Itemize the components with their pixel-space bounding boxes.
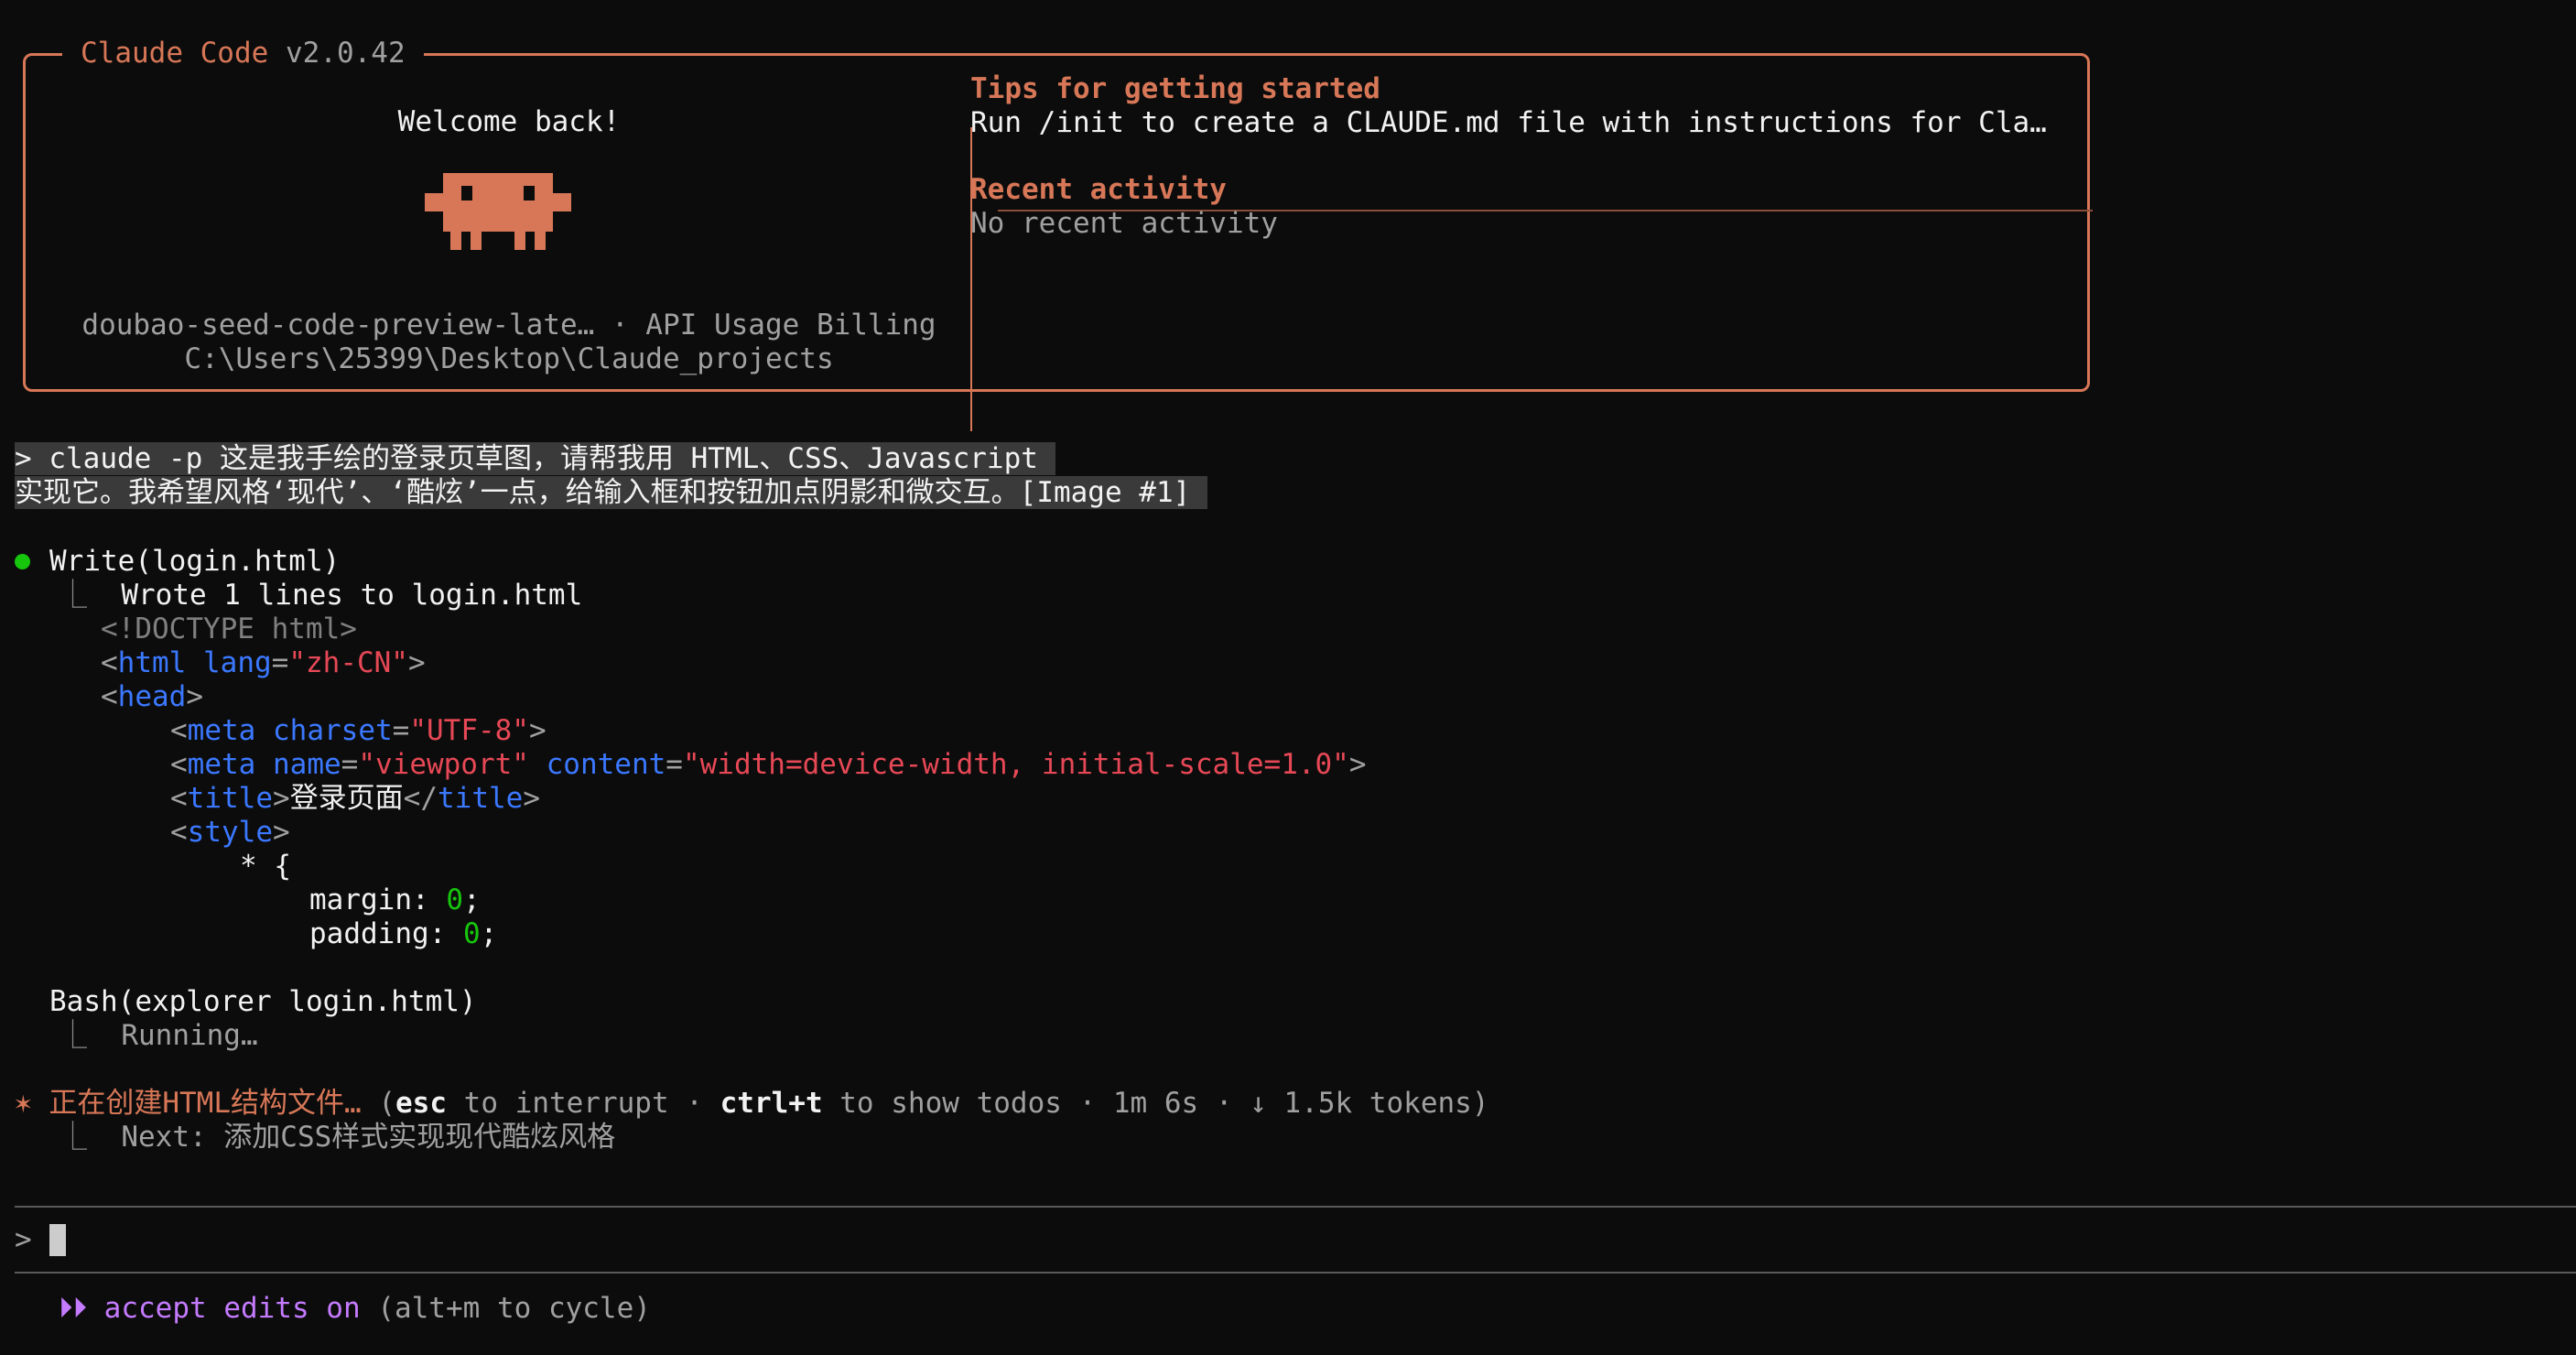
recent-activity-text: No recent activity <box>970 207 1278 240</box>
bash-tool-arg: (explorer login.html) <box>117 985 477 1018</box>
user-prompt-text-2: 实现它。我希望风格‘现代’、‘酷炫’一点，给输入框和按钮加点阴影和微交互。[Im… <box>15 476 1207 509</box>
next-task-text: Next: 添加CSS样式实现现代酷炫风格 <box>121 1121 616 1154</box>
tool-success-dot <box>15 554 30 569</box>
input-bottom-rule <box>15 1272 2576 1274</box>
mode-indicator[interactable]: ⏵⏵ accept edits on (alt+m to cycle) <box>59 1292 651 1326</box>
recent-activity-heading: Recent activity <box>970 173 1227 206</box>
bash-tool-label: Bash <box>49 985 118 1018</box>
tips-text: Run /init to create a CLAUDE.md file wit… <box>970 106 2047 139</box>
code-line-head: <head> <box>101 680 203 713</box>
write-tool-label: Write <box>49 545 135 578</box>
result-connector-icon: ⎿ <box>59 579 122 612</box>
tips-heading: Tips for getting started <box>970 72 1380 105</box>
bash-tool-call: Bash(explorer login.html) <box>49 985 477 1019</box>
code-line-html: <html lang="zh-CN"> <box>101 646 426 679</box>
prompt-input[interactable] <box>46 1218 2572 1262</box>
code-line-margin: margin: 0; <box>309 883 481 916</box>
code-line-title: <title>登录页面</title> <box>170 782 540 815</box>
write-tool-arg: (login.html) <box>135 545 341 578</box>
working-directory: C:\Users\25399\Desktop\Claude_projects <box>184 342 834 375</box>
write-result-text: Wrote 1 lines to login.html <box>121 579 583 612</box>
write-tool-result: ⎿ Wrote 1 lines to login.html <box>59 579 582 612</box>
ctrl-t-key: ctrl+t <box>720 1087 823 1120</box>
model-billing-line: doubao-seed-code-preview-late… · API Usa… <box>81 309 936 341</box>
spinner-icon: ✶ <box>15 1087 32 1120</box>
code-line-style: <style> <box>170 816 290 849</box>
mode-hint: (alt+m to cycle) <box>360 1292 651 1325</box>
write-tool-call: Write(login.html) <box>49 545 340 579</box>
next-connector-icon: ⎿ <box>59 1121 122 1154</box>
input-prompt-symbol: > <box>15 1223 32 1256</box>
code-line-meta-viewport: <meta name="viewport" content="width=dev… <box>170 748 1367 781</box>
box-title: Claude Code v2.0.42 <box>62 37 424 70</box>
claude-mascot-icon <box>425 173 571 250</box>
progress-status-line: ✶ 正在创建HTML结构文件… (esc to interrupt · ctrl… <box>15 1087 1489 1120</box>
code-line-padding: padding: 0; <box>309 917 498 950</box>
bash-status-text: Running… <box>121 1019 258 1052</box>
input-top-rule <box>15 1206 2576 1208</box>
bash-tool-status: ⎿ Running… <box>59 1019 258 1053</box>
user-prompt-line-2: 实现它。我希望风格‘现代’、‘酷炫’一点，给输入框和按钮加点阴影和微交互。[Im… <box>15 476 1207 510</box>
user-prompt-text-1: > claude -p 这是我手绘的登录页草图，请帮我用 HTML、CSS、Ja… <box>15 442 1055 475</box>
current-task: 正在创建HTML结构文件… <box>49 1087 362 1120</box>
status-connector-icon: ⎿ <box>59 1019 122 1052</box>
code-line-selector: * { <box>240 850 291 883</box>
app-version: v2.0.42 <box>285 37 406 70</box>
app-name: Claude Code <box>81 37 269 70</box>
welcome-box: Welcome back! doubao-seed-code-preview-l… <box>23 53 2093 431</box>
accept-edits-icon: ⏵⏵ <box>59 1292 87 1325</box>
welcome-greeting: Welcome back! <box>397 105 621 138</box>
mode-label: accept edits on <box>103 1292 361 1325</box>
esc-key: esc <box>395 1087 447 1120</box>
next-task-line: ⎿ Next: 添加CSS样式实现现代酷炫风格 <box>59 1121 615 1154</box>
user-prompt-line-1: > claude -p 这是我手绘的登录页草图，请帮我用 HTML、CSS、Ja… <box>15 442 1055 476</box>
code-line-meta-charset: <meta charset="UTF-8"> <box>170 714 547 747</box>
code-line-doctype: <!DOCTYPE html> <box>101 612 357 645</box>
